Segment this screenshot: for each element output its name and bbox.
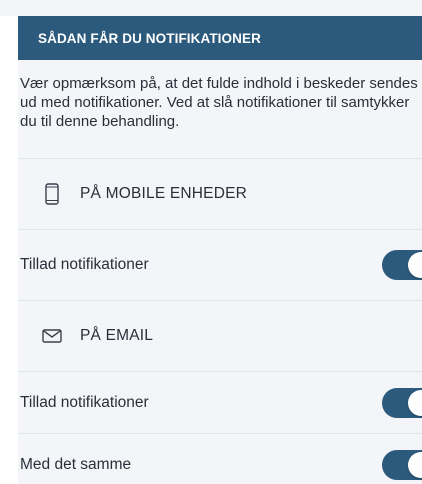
setting-row-mobile-allow: Tillad notifikationer [18, 229, 422, 300]
phone-icon [40, 182, 64, 206]
panel-title: SÅDAN FÅR DU NOTIFIKATIONER [38, 30, 261, 46]
intro-text: Vær opmærksom på, at det fulde indhold i… [20, 75, 418, 130]
toggle-email-allow-notifications[interactable] [382, 387, 422, 418]
toggle-mobile-allow-notifications[interactable] [382, 250, 422, 280]
toggle-knob [408, 252, 422, 278]
setting-label-mobile-allow: Tillad notifikationer [20, 256, 149, 273]
setting-label-email-immediately: Med det samme [20, 455, 132, 473]
notification-settings-page: SÅDAN FÅR DU NOTIFIKATIONER Vær opmærkso… [0, 0, 422, 484]
section-email: PÅ EMAIL [18, 300, 422, 371]
section-mobile-devices: PÅ MOBILE ENHEDER [18, 158, 422, 229]
toggle-email-immediately[interactable] [382, 449, 422, 480]
setting-row-email-allow: Tillad notifikationer [18, 371, 422, 433]
notifications-panel: SÅDAN FÅR DU NOTIFIKATIONER Vær opmærkso… [18, 16, 422, 484]
section-mobile-label: PÅ MOBILE ENHEDER [80, 185, 248, 202]
mail-icon [40, 324, 64, 348]
setting-row-email-immediately: Med det samme [18, 433, 422, 484]
top-strip [0, 0, 422, 16]
toggle-knob [408, 451, 422, 478]
panel-header: SÅDAN FÅR DU NOTIFIKATIONER [18, 16, 422, 60]
setting-label-email-allow: Tillad notifikationer [20, 393, 149, 411]
toggle-knob [408, 389, 422, 416]
section-email-label: PÅ EMAIL [80, 327, 154, 344]
